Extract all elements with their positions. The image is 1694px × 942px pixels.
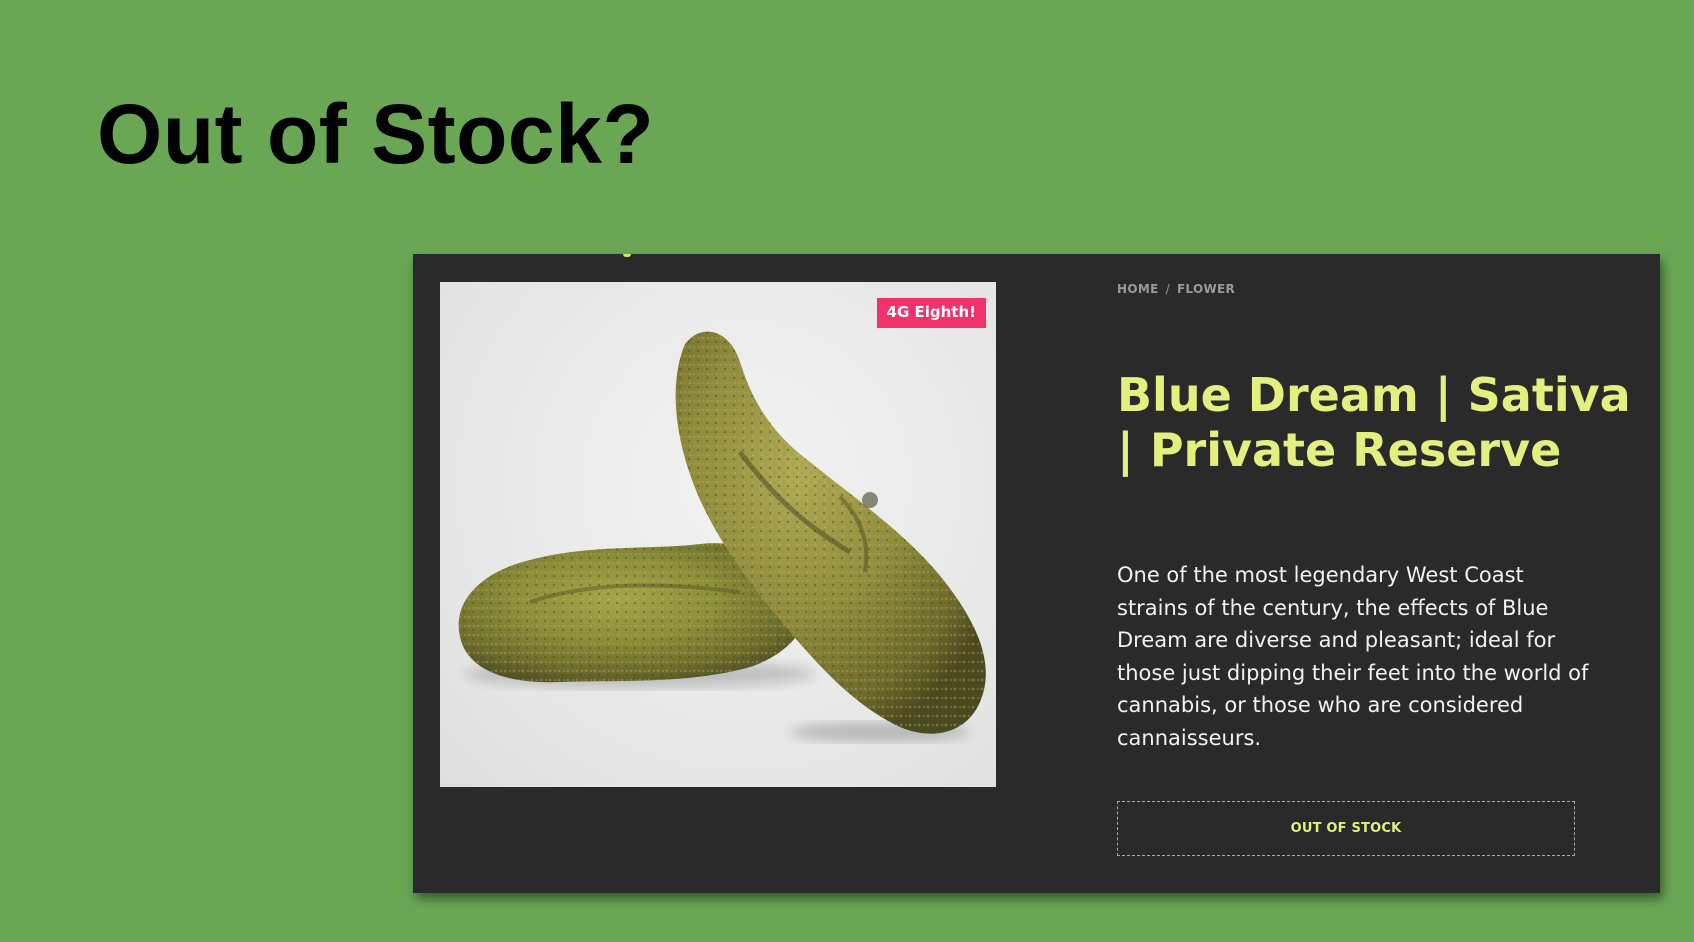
product-page-screenshot: 4G Eighth! HOME / FLOWER Blue Dream | Sati… [413,254,1660,893]
promo-badge: 4G Eighth! [876,298,986,328]
breadcrumb-flower-link[interactable]: FLOWER [1177,282,1235,296]
slide-title: Out of Stock? [97,87,655,181]
breadcrumb: HOME / FLOWER [1117,282,1235,296]
clipped-logo-fragment [623,254,631,257]
cannabis-buds-image [458,331,986,742]
product-title: Blue Dream | Sativa | Private Reserve [1117,368,1631,477]
product-image: 4G Eighth! [440,282,996,787]
out-of-stock-button[interactable]: OUT OF STOCK [1117,801,1575,856]
product-description: One of the most legendary West Coast str… [1117,563,1589,750]
breadcrumb-home-link[interactable]: HOME [1117,282,1159,296]
breadcrumb-separator: / [1165,282,1170,296]
